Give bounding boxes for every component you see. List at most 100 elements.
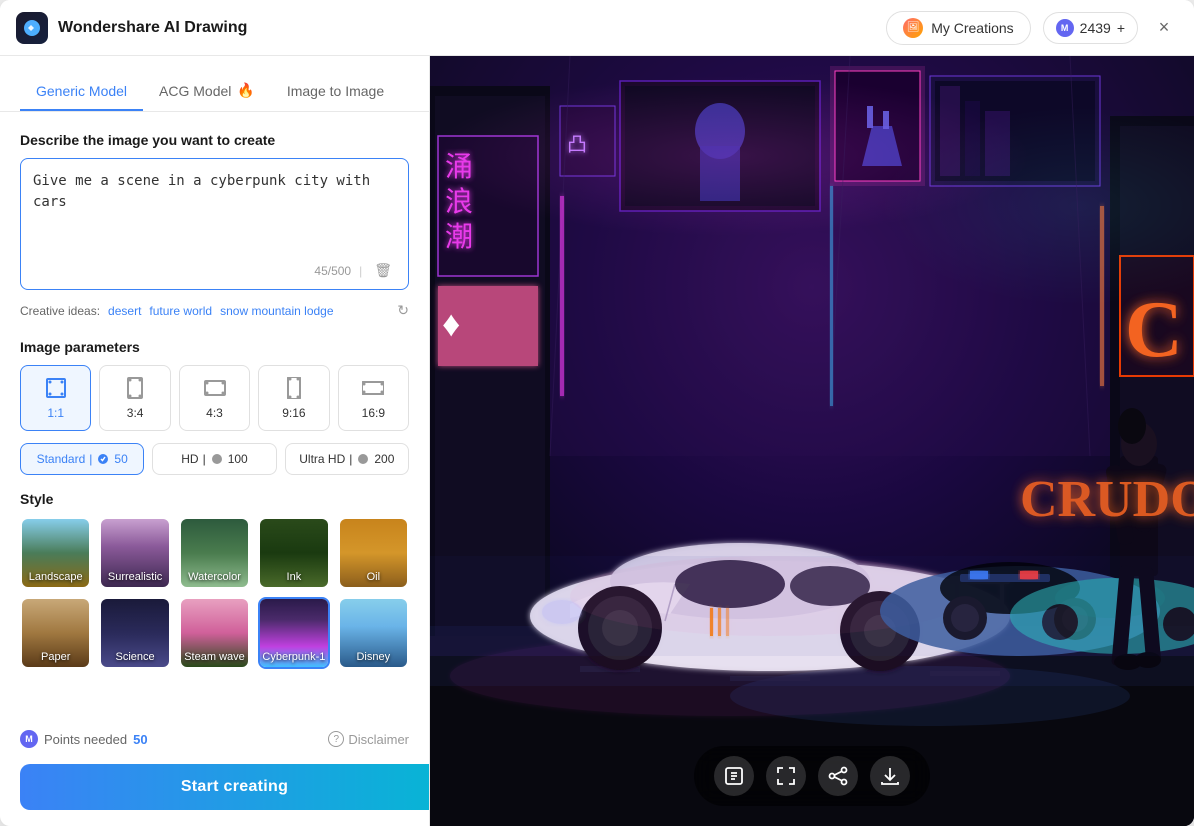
style-landscape-label: Landscape xyxy=(22,571,89,583)
credits-value: 2439 xyxy=(1080,20,1111,36)
style-disney[interactable]: Disney xyxy=(338,597,409,669)
style-disney-thumb: Disney xyxy=(340,599,407,667)
quality-ultrahd-points: 200 xyxy=(374,452,394,466)
ratio-16-9-label: 16:9 xyxy=(362,406,385,420)
points-label: Points needed xyxy=(44,732,127,747)
bottom-bar: M Points needed 50 ? Disclaimer xyxy=(0,718,429,764)
style-steam-wave[interactable]: Steam wave xyxy=(179,597,250,669)
refresh-ideas-button[interactable]: ↻ xyxy=(397,302,409,319)
quality-hd-sep: | xyxy=(203,452,206,466)
char-count: 45/500 xyxy=(314,264,351,278)
ratio-16-9-button[interactable]: 16:9 xyxy=(338,365,409,431)
disclaimer-button[interactable]: ? Disclaimer xyxy=(328,731,409,747)
fullscreen-button[interactable] xyxy=(766,756,806,796)
tab-acg-model[interactable]: ACG Model 🔥 xyxy=(143,72,271,111)
style-ink[interactable]: Ink xyxy=(258,517,329,589)
quality-grid: Standard | 50 HD | xyxy=(20,443,409,475)
style-paper[interactable]: Paper xyxy=(20,597,91,669)
style-oil-label: Oil xyxy=(340,571,407,583)
credits-button[interactable]: M 2439 + xyxy=(1043,12,1138,44)
edit-button[interactable] xyxy=(714,756,754,796)
idea-future-world[interactable]: future world xyxy=(149,304,212,318)
style-cyberpunk-label: Cyberpunk-1 xyxy=(260,651,327,663)
ratio-9-16-button[interactable]: 9:16 xyxy=(258,365,329,431)
style-surrealistic-label: Surrealistic xyxy=(101,571,168,583)
image-toolbar xyxy=(694,746,930,806)
style-steam-thumb: Steam wave xyxy=(181,599,248,667)
idea-desert[interactable]: desert xyxy=(108,304,141,318)
quality-standard-button[interactable]: Standard | 50 xyxy=(20,443,144,475)
style-science-thumb: Science xyxy=(101,599,168,667)
style-disney-label: Disney xyxy=(340,651,407,663)
quality-ultrahd-label: Ultra HD xyxy=(299,452,345,466)
svg-text:♦: ♦ xyxy=(442,303,460,344)
style-science-label: Science xyxy=(101,651,168,663)
quality-hd-label: HD xyxy=(181,452,198,466)
tab-image-to-image[interactable]: Image to Image xyxy=(271,72,400,111)
ratio-1-1-button[interactable]: 1:1 xyxy=(20,365,91,431)
image-parameters-section: Image parameters xyxy=(20,339,409,475)
ratio-9-16-icon xyxy=(282,376,306,400)
quality-standard-points: 50 xyxy=(114,452,127,466)
style-section: Style Landscape Surrealistic xyxy=(20,491,409,669)
quality-hd-icon xyxy=(210,452,224,466)
quality-ultrahd-icon xyxy=(356,452,370,466)
prompt-section-label: Describe the image you want to create xyxy=(20,132,409,148)
clear-button[interactable]: 🗑 xyxy=(370,260,396,281)
tab-generic-model-label: Generic Model xyxy=(36,83,127,99)
style-oil[interactable]: Oil xyxy=(338,517,409,589)
style-cyberpunk-1[interactable]: Cyberpunk-1 xyxy=(258,597,329,669)
style-surrealistic[interactable]: Surrealistic xyxy=(99,517,170,589)
app-window: Wondershare AI Drawing 🖼 My Creations M … xyxy=(0,0,1194,826)
left-panel: Generic Model ACG Model 🔥 Image to Image… xyxy=(0,56,430,826)
style-watercolor-thumb: Watercolor xyxy=(181,519,248,587)
fire-icon: 🔥 xyxy=(237,82,254,99)
ratio-3-4-button[interactable]: 3:4 xyxy=(99,365,170,431)
style-science[interactable]: Science xyxy=(99,597,170,669)
ratio-3-4-icon xyxy=(123,376,147,400)
prompt-textarea[interactable]: Give me a scene in a cyberpunk city with… xyxy=(33,171,396,251)
my-creations-button[interactable]: 🖼 My Creations xyxy=(886,11,1030,45)
quality-ultrahd-button[interactable]: Ultra HD | 200 xyxy=(285,443,409,475)
title-bar: Wondershare AI Drawing 🖼 My Creations M … xyxy=(0,0,1194,56)
download-button[interactable] xyxy=(870,756,910,796)
main-content: Generic Model ACG Model 🔥 Image to Image… xyxy=(0,56,1194,826)
quality-hd-button[interactable]: HD | 100 xyxy=(152,443,276,475)
svg-text:潮: 潮 xyxy=(445,221,473,253)
title-bar-actions: 🖼 My Creations M 2439 + × xyxy=(886,11,1178,45)
style-landscape[interactable]: Landscape xyxy=(20,517,91,589)
close-button[interactable]: × xyxy=(1150,14,1178,42)
ratio-1-1-icon xyxy=(44,376,68,400)
start-creating-button[interactable]: Start creating xyxy=(20,764,430,810)
style-section-label: Style xyxy=(20,491,409,507)
idea-snow-mountain[interactable]: snow mountain lodge xyxy=(220,304,333,318)
style-surrealistic-thumb: Surrealistic xyxy=(101,519,168,587)
tab-generic-model[interactable]: Generic Model xyxy=(20,72,143,111)
points-value: 50 xyxy=(133,732,147,747)
ratio-grid: 1:1 xyxy=(20,365,409,431)
creative-ideas: Creative ideas: desert future world snow… xyxy=(20,302,409,319)
style-ink-label: Ink xyxy=(260,571,327,583)
ratio-4-3-button[interactable]: 4:3 xyxy=(179,365,250,431)
quality-standard-label: Standard xyxy=(37,452,86,466)
tab-acg-model-label: ACG Model xyxy=(159,83,231,99)
quality-standard-icon xyxy=(96,452,110,466)
quality-ultrahd-sep: | xyxy=(349,452,352,466)
creative-ideas-label: Creative ideas: xyxy=(20,304,100,318)
app-logo xyxy=(16,12,48,44)
style-watercolor[interactable]: Watercolor xyxy=(179,517,250,589)
close-icon: × xyxy=(1159,17,1170,38)
tab-image-to-image-label: Image to Image xyxy=(287,83,384,99)
share-button[interactable] xyxy=(818,756,858,796)
textarea-footer: 45/500 | 🗑 xyxy=(33,260,396,281)
style-paper-thumb: Paper xyxy=(22,599,89,667)
credits-icon: M xyxy=(1056,19,1074,37)
style-landscape-thumb: Landscape xyxy=(22,519,89,587)
panel-content: Describe the image you want to create Gi… xyxy=(0,112,429,718)
prompt-textarea-wrapper: Give me a scene in a cyberpunk city with… xyxy=(20,158,409,290)
ratio-9-16-label: 9:16 xyxy=(282,406,305,420)
credits-add: + xyxy=(1117,20,1125,36)
disclaimer-label: Disclaimer xyxy=(348,732,409,747)
style-paper-label: Paper xyxy=(22,651,89,663)
image-parameters-label: Image parameters xyxy=(20,339,409,355)
